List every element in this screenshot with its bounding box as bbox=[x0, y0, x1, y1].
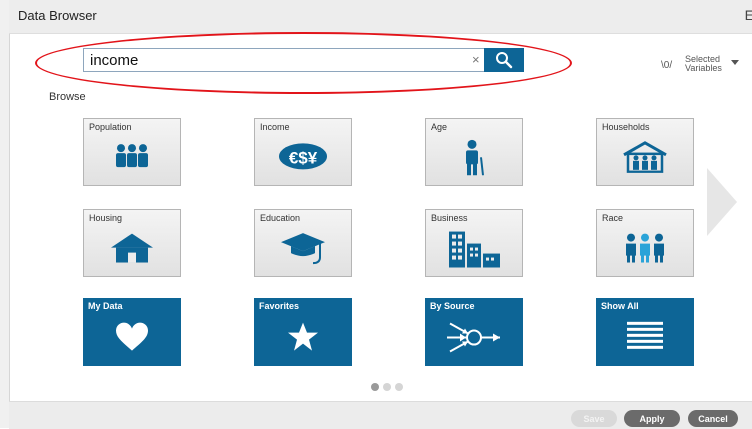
tile-my-data[interactable]: My Data bbox=[83, 298, 181, 366]
pagination-dots bbox=[371, 378, 407, 396]
left-edge bbox=[0, 0, 10, 428]
tile-favorites[interactable]: Favorites bbox=[254, 298, 352, 366]
tile-income[interactable]: Income €$¥ bbox=[254, 118, 352, 186]
elderly-person-icon bbox=[466, 140, 484, 176]
heart-icon bbox=[116, 322, 148, 351]
tile-race[interactable]: Race bbox=[596, 209, 694, 277]
tile-label: Show All bbox=[601, 301, 639, 311]
buildings-icon bbox=[449, 231, 500, 268]
tile-population[interactable]: Population bbox=[83, 118, 181, 186]
star-icon bbox=[288, 322, 318, 351]
population-icon bbox=[116, 144, 148, 168]
source-network-icon bbox=[447, 323, 500, 353]
selected-variables-dropdown[interactable]: \0/ Selected Variables bbox=[661, 54, 743, 76]
tile-business[interactable]: Business bbox=[425, 209, 523, 277]
tile-label: Age bbox=[431, 122, 448, 132]
tile-label: My Data bbox=[88, 301, 123, 311]
tile-age[interactable]: Age bbox=[425, 118, 523, 186]
tile-by-source[interactable]: By Source bbox=[425, 298, 523, 366]
tile-label: By Source bbox=[430, 301, 475, 311]
tile-label: Income bbox=[260, 122, 290, 132]
save-button[interactable]: Save bbox=[571, 410, 617, 427]
apply-button[interactable]: Apply bbox=[624, 410, 680, 427]
tile-households[interactable]: Households bbox=[596, 118, 694, 186]
cancel-button[interactable]: Cancel bbox=[688, 410, 738, 427]
tile-label: Business bbox=[431, 213, 468, 223]
window-title: Data Browser bbox=[18, 8, 97, 23]
tile-label: Favorites bbox=[259, 301, 300, 311]
annotation-highlight-ellipse bbox=[35, 32, 572, 94]
tile-label: Households bbox=[602, 122, 650, 132]
page-dot-3[interactable] bbox=[395, 383, 403, 391]
tile-label: Housing bbox=[89, 213, 123, 223]
household-icon bbox=[623, 141, 667, 174]
people-group-icon bbox=[626, 233, 664, 263]
chevron-down-icon bbox=[731, 60, 739, 65]
selected-variables-label: Selected Variables bbox=[685, 54, 722, 73]
close-icon[interactable]: E bbox=[745, 7, 752, 23]
tile-label: Population bbox=[89, 122, 132, 132]
tile-label: Education bbox=[260, 213, 301, 223]
page-dot-1[interactable] bbox=[371, 383, 379, 391]
dialog-footer: Save Apply Cancel bbox=[9, 401, 752, 429]
list-icon bbox=[627, 322, 663, 350]
house-icon bbox=[111, 233, 153, 263]
tile-education[interactable]: Education bbox=[254, 209, 352, 277]
title-bar: Data Browser E bbox=[9, 0, 752, 34]
svg-text:€$¥: €$¥ bbox=[289, 149, 318, 168]
page-dot-2[interactable] bbox=[383, 383, 391, 391]
graduation-cap-icon bbox=[281, 233, 325, 265]
browse-label: Browse bbox=[49, 91, 86, 103]
currency-icon: €$¥ bbox=[279, 143, 327, 170]
tile-label: Race bbox=[602, 213, 624, 223]
tile-show-all[interactable]: Show All bbox=[596, 298, 694, 366]
selected-count: \0/ bbox=[661, 60, 673, 71]
tile-housing[interactable]: Housing bbox=[83, 209, 181, 277]
next-page-arrow[interactable] bbox=[707, 168, 737, 236]
